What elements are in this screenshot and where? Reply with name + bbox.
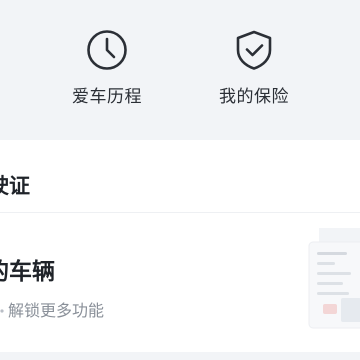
clock-icon <box>85 28 129 72</box>
my-insurance-entry[interactable]: 我的保险 <box>199 0 309 130</box>
car-history-entry[interactable]: 爱车历程 <box>52 0 162 130</box>
shield-check-icon <box>232 28 276 72</box>
car-history-label: 爱车历程 <box>72 87 142 107</box>
vehicle-title[interactable]: 的车辆 <box>0 252 55 286</box>
bottom-background <box>0 352 360 360</box>
page: 爱车历程 我的保险 驶证 的车辆 解锁更多功能 <box>0 0 360 360</box>
section-title: 驶证 <box>0 174 30 198</box>
unlock-more-features-link[interactable]: 解锁更多功能 <box>8 297 104 321</box>
driving-license-illustration <box>305 228 360 338</box>
my-insurance-label: 我的保险 <box>219 87 289 107</box>
divider <box>0 212 360 213</box>
quick-entry-strip: 爱车历程 我的保险 <box>0 0 360 140</box>
